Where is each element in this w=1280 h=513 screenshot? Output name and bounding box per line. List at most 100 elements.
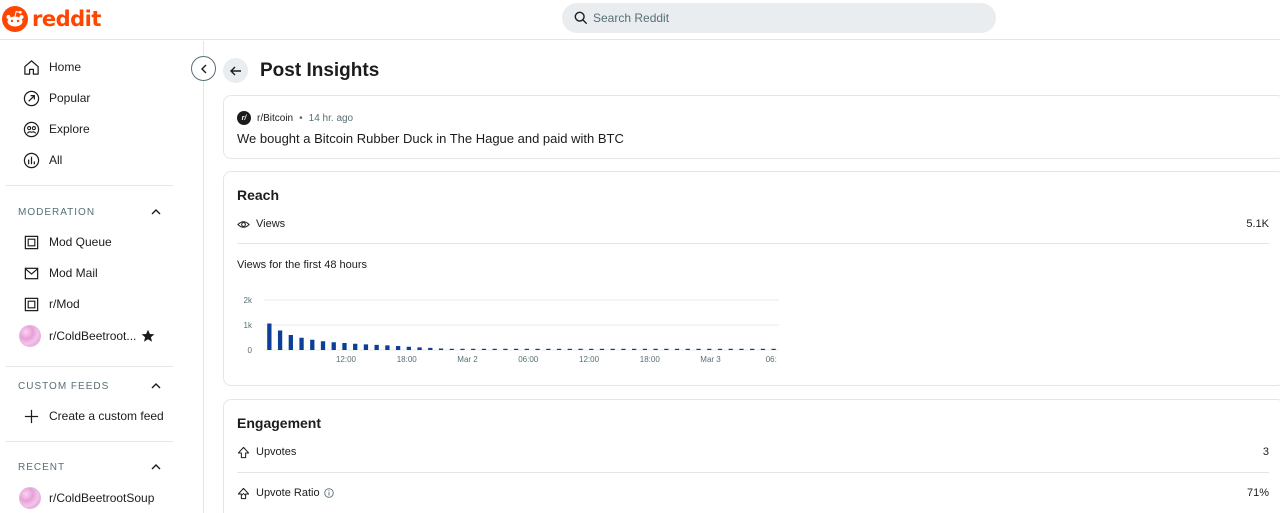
page-title: Post Insights bbox=[260, 60, 380, 81]
x-tick-label: Mar 3 bbox=[700, 355, 721, 364]
upvotes-label: Upvotes bbox=[256, 446, 297, 458]
mod-queue-icon bbox=[22, 233, 40, 251]
custom-feeds-section-header[interactable]: CUSTOM FEEDS bbox=[18, 379, 162, 393]
x-tick-label: 18:00 bbox=[640, 355, 661, 364]
mod-mail-icon bbox=[22, 264, 40, 282]
subreddit-avatar bbox=[19, 325, 41, 347]
upvote-ratio-label: Upvote Ratio bbox=[256, 487, 320, 499]
search-placeholder: Search Reddit bbox=[593, 11, 670, 25]
star-icon[interactable] bbox=[141, 329, 155, 343]
sidebar-item-label: r/Mod bbox=[49, 297, 80, 311]
chart-bar bbox=[267, 323, 272, 350]
chart-bar bbox=[374, 344, 379, 350]
collapse-sidebar-button[interactable] bbox=[191, 56, 216, 81]
upvote-icon bbox=[237, 446, 250, 459]
chart-bar bbox=[406, 346, 411, 350]
back-button[interactable] bbox=[223, 58, 248, 83]
recent-section-header[interactable]: RECENT bbox=[18, 460, 162, 474]
moderation-section-header[interactable]: MODERATION bbox=[18, 205, 162, 219]
sidebar-item-mod-mail[interactable]: Mod Mail bbox=[22, 262, 98, 284]
top-header: reddit Search Reddit bbox=[0, 0, 1280, 40]
chart-bar bbox=[299, 337, 304, 350]
subreddit-link[interactable]: r/Bitcoin bbox=[257, 113, 293, 124]
sidebar-item-label: Mod Queue bbox=[49, 235, 112, 249]
chart-bar bbox=[771, 348, 776, 350]
chart-bar bbox=[707, 348, 712, 350]
reddit-logo[interactable]: reddit bbox=[2, 6, 101, 32]
chevron-left-icon bbox=[200, 64, 206, 73]
chevron-up-icon bbox=[151, 383, 161, 389]
chart-bar bbox=[750, 348, 755, 350]
sidebar-item-label: r/ColdBeetroot... bbox=[49, 329, 137, 343]
chart-bar bbox=[728, 348, 733, 350]
sidebar-item-r-mod[interactable]: r/Mod bbox=[22, 293, 80, 315]
sidebar-divider bbox=[6, 185, 173, 186]
popular-icon bbox=[22, 89, 40, 107]
views-row: Views 5.1K bbox=[237, 215, 1269, 233]
sidebar-item-label: r/ColdBeetrootSoup bbox=[49, 491, 155, 505]
sidebar-item-label: Popular bbox=[49, 91, 91, 105]
x-tick-label: 18:00 bbox=[397, 355, 418, 364]
views-label: Views bbox=[256, 218, 286, 230]
sidebar-item-home[interactable]: Home bbox=[22, 56, 81, 78]
sidebar-item-recent-coldbeetrootsoup[interactable]: r/ColdBeetrootSoup bbox=[19, 487, 155, 509]
views-value: 5.1K bbox=[1246, 218, 1269, 230]
sidebar-item-label: Explore bbox=[49, 122, 90, 136]
subreddit-avatar bbox=[19, 487, 41, 509]
row-divider bbox=[237, 472, 1269, 473]
x-tick-label: 06: bbox=[766, 355, 777, 364]
x-tick-label: Mar 2 bbox=[457, 355, 478, 364]
info-icon[interactable] bbox=[323, 488, 334, 498]
eye-icon bbox=[237, 218, 250, 231]
all-icon bbox=[22, 151, 40, 169]
chart-bar bbox=[438, 348, 444, 350]
sidebar-item-label: Mod Mail bbox=[49, 266, 98, 280]
chart-bar bbox=[492, 348, 497, 350]
chart-bar bbox=[481, 348, 487, 350]
plus-icon bbox=[22, 407, 40, 425]
chevron-up-icon bbox=[151, 464, 161, 470]
explore-icon bbox=[22, 120, 40, 138]
upvotes-row: Upvotes 3 bbox=[237, 443, 1269, 461]
post-card[interactable]: r/ r/Bitcoin • 14 hr. ago We bought a Bi… bbox=[223, 95, 1280, 159]
chart-bar bbox=[546, 348, 551, 350]
sidebar-item-label: Home bbox=[49, 60, 82, 74]
sidebar-item-mod-queue[interactable]: Mod Queue bbox=[22, 231, 112, 253]
sidebar-divider bbox=[6, 441, 173, 442]
chart-bar bbox=[739, 348, 744, 350]
chart-bar bbox=[471, 348, 476, 350]
post-title[interactable]: We bought a Bitcoin Rubber Duck in The H… bbox=[237, 131, 624, 146]
row-divider bbox=[237, 243, 1269, 244]
chart-bar bbox=[621, 348, 626, 350]
chart-bar bbox=[589, 348, 594, 350]
chart-bar bbox=[385, 345, 390, 350]
chevron-up-icon bbox=[151, 209, 161, 215]
x-tick-label: 12:00 bbox=[336, 355, 357, 364]
views-chart: 0 1k 2k 12:00 18:00 Mar 2 06:00 12:00 18:00 Mar 3… bbox=[244, 296, 779, 364]
search-input[interactable]: Search Reddit bbox=[562, 3, 996, 33]
sidebar-item-explore[interactable]: Explore bbox=[22, 118, 90, 140]
chart-bar bbox=[288, 335, 293, 350]
chart-bar bbox=[513, 348, 519, 350]
chart-bar bbox=[578, 348, 583, 350]
sidebar-item-coldbeetroot[interactable]: r/ColdBeetroot... bbox=[19, 325, 137, 347]
upvote-ratio-row: Upvote Ratio 71% bbox=[237, 484, 1269, 502]
reach-card: Reach Views 5.1K Views for the first 48 … bbox=[223, 171, 1280, 386]
y-tick-label: 1k bbox=[244, 321, 253, 330]
chart-bar bbox=[567, 348, 572, 350]
chart-bar bbox=[599, 348, 605, 350]
post-age: 14 hr. ago bbox=[308, 112, 354, 124]
chart-bar bbox=[685, 348, 690, 350]
create-custom-feed-button[interactable]: Create a custom feed bbox=[22, 405, 164, 427]
chart-bar bbox=[428, 347, 433, 350]
x-tick-label: 06:00 bbox=[518, 355, 539, 364]
y-tick-label: 0 bbox=[248, 346, 253, 355]
chart-bar bbox=[277, 330, 283, 350]
upvote-ratio-icon bbox=[237, 487, 250, 500]
chart-bar bbox=[353, 343, 358, 350]
chart-bar bbox=[760, 348, 766, 350]
upvote-ratio-value: 71% bbox=[1246, 487, 1269, 499]
sidebar-item-popular[interactable]: Popular bbox=[22, 87, 90, 109]
sidebar-item-all[interactable]: All bbox=[22, 149, 62, 171]
chart-bar bbox=[310, 339, 315, 350]
